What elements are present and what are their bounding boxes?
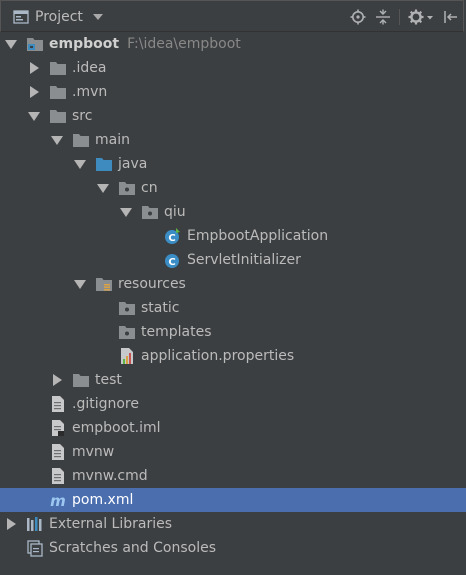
tree-item-label: Scratches and Consoles [49, 540, 216, 556]
tree-item-label: mvnw [72, 444, 115, 460]
expand-arrow-icon[interactable] [4, 512, 18, 536]
tree-item-empboot[interactable]: empboot F:\idea\empboot [0, 32, 466, 56]
project-tree[interactable]: empboot F:\idea\empboot .idea .mvn src m… [0, 32, 466, 575]
project-view-selector[interactable]: Project [13, 8, 103, 26]
tree-item-label: External Libraries [49, 516, 172, 532]
tree-item-label: empboot.iml [72, 420, 161, 436]
tree-item-mvnw-cmd[interactable]: mvnw.cmd [0, 464, 466, 488]
tree-item-label: empboot [49, 36, 120, 52]
collapse-all-icon[interactable] [373, 7, 393, 27]
expand-arrow-icon[interactable] [27, 104, 41, 128]
text-file-icon [49, 467, 67, 485]
tree-item-label: test [95, 372, 122, 388]
tree-item-empboot-application[interactable]: C EmpbootApplication [0, 224, 466, 248]
expand-arrow-icon[interactable] [119, 200, 133, 224]
tree-item-scratches-and-consoles[interactable]: Scratches and Consoles [0, 536, 466, 560]
folder-icon [49, 83, 67, 101]
tree-item-label: java [118, 156, 148, 172]
project-view-title: Project [35, 9, 83, 25]
tree-item-label: pom.xml [72, 492, 134, 508]
gear-icon[interactable] [407, 7, 435, 27]
text-file-icon [49, 443, 67, 461]
tree-item-label: application.properties [141, 348, 295, 364]
tree-item-main[interactable]: main [0, 128, 466, 152]
tree-item-label: cn [141, 180, 158, 196]
module-path: F:\idea\empboot [127, 36, 241, 52]
tree-item-label: templates [141, 324, 212, 340]
expand-arrow-icon[interactable] [50, 368, 64, 392]
tree-item-templates[interactable]: templates [0, 320, 466, 344]
toolbar-separator [399, 9, 400, 25]
svg-text:m: m [50, 492, 66, 509]
expand-arrow-icon[interactable] [96, 176, 110, 200]
locate-icon[interactable] [348, 7, 368, 27]
tree-item-label: static [141, 300, 180, 316]
properties-file-icon [118, 347, 136, 365]
package-icon [118, 179, 136, 197]
iml-file-icon [49, 419, 67, 437]
folder-icon [72, 131, 90, 149]
folder-icon [49, 59, 67, 77]
hide-icon[interactable] [440, 7, 460, 27]
tree-item-label: mvnw.cmd [72, 468, 148, 484]
tree-item-static[interactable]: static [0, 296, 466, 320]
project-view-icon [13, 9, 29, 25]
tree-item-application-properties[interactable]: application.properties [0, 344, 466, 368]
package-icon [118, 299, 136, 317]
tree-item-cn[interactable]: cn [0, 176, 466, 200]
expand-arrow-icon[interactable] [73, 152, 87, 176]
expand-arrow-icon[interactable] [27, 56, 41, 80]
scratches-icon [26, 539, 44, 557]
package-icon [118, 323, 136, 341]
expand-arrow-icon[interactable] [73, 272, 87, 296]
folder-icon [49, 107, 67, 125]
package-icon [141, 203, 159, 221]
chevron-down-icon[interactable] [92, 14, 103, 20]
tree-item-label: .gitignore [72, 396, 139, 412]
tree-item-resources[interactable]: resources [0, 272, 466, 296]
tree-item-label: .idea [72, 60, 107, 76]
tree-item-servlet-initializer[interactable]: C ServletInitializer [0, 248, 466, 272]
tree-item-idea[interactable]: .idea [0, 56, 466, 80]
text-file-icon [49, 395, 67, 413]
tree-item-label: src [72, 108, 93, 124]
tree-item-test[interactable]: test [0, 368, 466, 392]
tree-item-label: EmpbootApplication [187, 228, 329, 244]
tree-item-java[interactable]: java [0, 152, 466, 176]
expand-arrow-icon[interactable] [50, 128, 64, 152]
resources-folder-icon [95, 275, 113, 293]
class-icon: C [164, 251, 182, 269]
project-tool-window-header: Project [0, 0, 464, 32]
expand-arrow-icon[interactable] [27, 80, 41, 104]
source-folder-icon [95, 155, 113, 173]
maven-icon: m [49, 491, 67, 509]
tree-item-gitignore[interactable]: .gitignore [0, 392, 466, 416]
tree-item-mvn-folder[interactable]: .mvn [0, 80, 466, 104]
tree-item-mvnw[interactable]: mvnw [0, 440, 466, 464]
tree-item-empboot-iml[interactable]: empboot.iml [0, 416, 466, 440]
tree-item-label: ServletInitializer [187, 252, 301, 268]
spring-boot-class-icon: C [164, 227, 182, 245]
folder-icon [72, 371, 90, 389]
tree-item-label: qiu [164, 204, 186, 220]
svg-text:C: C [168, 233, 175, 244]
tree-item-external-libraries[interactable]: External Libraries [0, 512, 466, 536]
tree-item-pom-xml[interactable]: m pom.xml [0, 488, 466, 512]
tree-item-label: resources [118, 276, 186, 292]
svg-text:C: C [168, 257, 175, 268]
module-folder-icon [26, 35, 44, 53]
tree-item-label: main [95, 132, 130, 148]
tree-item-src[interactable]: src [0, 104, 466, 128]
expand-arrow-icon[interactable] [4, 32, 18, 56]
tree-item-label: .mvn [72, 84, 108, 100]
libraries-icon [26, 515, 44, 533]
tree-item-qiu[interactable]: qiu [0, 200, 466, 224]
